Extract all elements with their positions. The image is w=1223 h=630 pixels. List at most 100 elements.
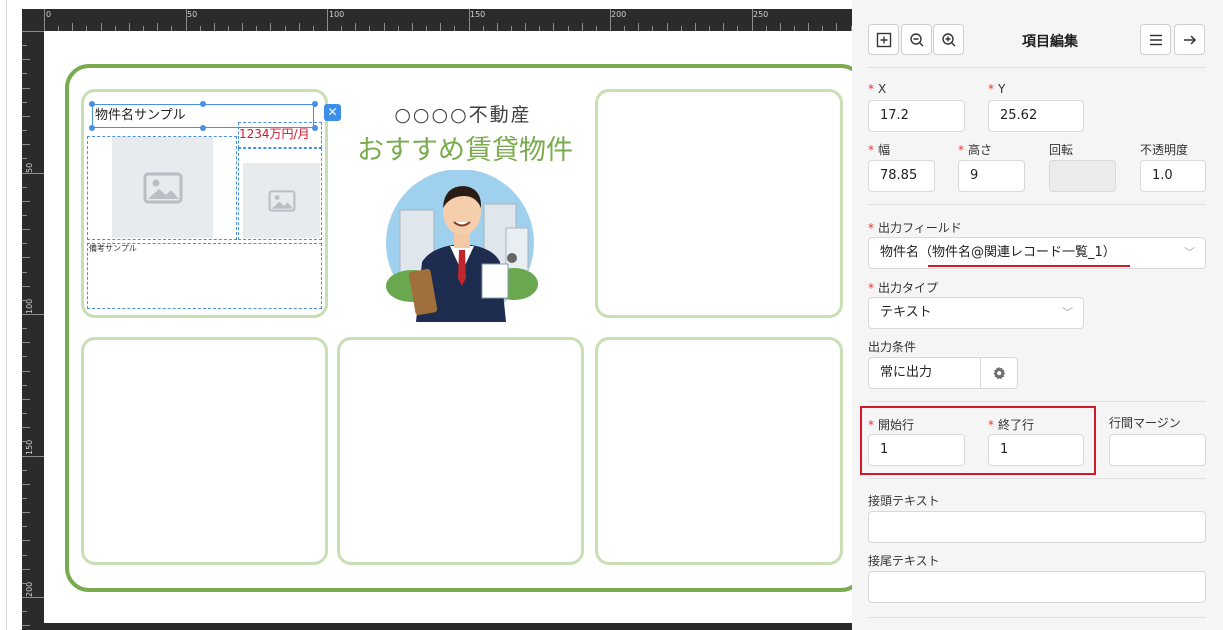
chevron-down-icon: ﹀ xyxy=(1184,246,1195,259)
ruler-tick xyxy=(22,144,30,146)
property-card[interactable] xyxy=(595,89,843,318)
resize-handle[interactable] xyxy=(312,125,318,131)
x-input[interactable]: 17.2 xyxy=(868,100,965,132)
ruler-label: 100 xyxy=(329,10,345,19)
ruler-tick xyxy=(22,398,30,400)
flyer-heading: おすすめ賃貸物件 xyxy=(357,135,573,166)
resize-handle[interactable] xyxy=(89,125,95,131)
ruler-tick xyxy=(610,9,611,31)
ruler-tick xyxy=(22,45,27,47)
ruler-tick xyxy=(22,356,27,358)
resize-handle[interactable] xyxy=(200,101,206,107)
ruler-tick xyxy=(100,23,102,31)
ruler-tick xyxy=(22,285,30,287)
width-input[interactable]: 78.85 xyxy=(868,160,935,192)
ruler-tick xyxy=(525,23,527,31)
ruler-tick xyxy=(22,299,27,301)
ruler-tick xyxy=(22,243,27,245)
opacity-input[interactable]: 1.0 xyxy=(1140,160,1206,192)
zoom-in-button[interactable] xyxy=(933,24,964,55)
rotation-label: 回転 xyxy=(1049,143,1074,157)
forward-button[interactable] xyxy=(1174,24,1205,55)
ruler-tick xyxy=(22,413,27,415)
ruler-tick xyxy=(22,158,27,160)
ruler-tick xyxy=(22,314,44,315)
ruler-tick xyxy=(808,23,810,31)
ruler-label: 200 xyxy=(25,581,34,597)
ruler-tick xyxy=(22,59,30,61)
divider xyxy=(868,401,1206,402)
highlight-underline xyxy=(928,265,1130,267)
canvas-bottom-bar xyxy=(44,623,852,630)
opacity-label: 不透明度 xyxy=(1140,143,1189,157)
output-condition-label: 出力条件 xyxy=(868,340,917,354)
ruler-tick xyxy=(22,455,44,457)
panel-divider xyxy=(6,0,7,630)
height-input[interactable]: 9 xyxy=(958,160,1025,192)
ruler-tick xyxy=(383,23,385,31)
ruler-tick xyxy=(22,172,44,174)
output-condition-settings-button[interactable] xyxy=(980,357,1018,389)
ruler-tick xyxy=(355,23,357,31)
ruler-tick xyxy=(44,9,45,31)
divider xyxy=(868,204,1206,205)
output-type-select[interactable]: テキスト ﹀ xyxy=(868,297,1084,329)
y-label: * Y xyxy=(988,82,1006,96)
ruler-tick xyxy=(128,23,130,31)
suffix-text-input[interactable] xyxy=(868,571,1206,603)
close-icon[interactable]: ✕ xyxy=(324,104,341,121)
output-condition-value[interactable]: 常に出力 xyxy=(868,357,981,389)
ruler-label: 250 xyxy=(753,10,769,19)
ruler-tick xyxy=(22,469,27,471)
ruler-tick xyxy=(22,342,30,344)
ruler-label: 150 xyxy=(470,10,486,19)
ruler-tick xyxy=(22,271,27,273)
ruler-tick xyxy=(666,23,668,31)
layout-editor: 0 50 100 150 200 250 50 100 150 200 1234… xyxy=(0,0,865,630)
ruler-tick xyxy=(553,23,555,31)
ruler-tick xyxy=(22,73,27,75)
divider xyxy=(868,67,1206,68)
line-margin-label: 行間マージン xyxy=(1109,416,1181,430)
ruler-tick xyxy=(22,597,44,598)
height-label: * 高さ xyxy=(958,143,993,157)
property-panel: 項目編集 * X * Y 17.2 25.62 * 幅 * 高さ 回転 不透明度 78.… xyxy=(852,0,1223,630)
divider xyxy=(868,617,1206,618)
highlight-box xyxy=(860,406,1096,475)
menu-button[interactable] xyxy=(1140,24,1171,55)
ruler-label: 50 xyxy=(187,10,198,19)
main-image-placeholder xyxy=(112,137,213,238)
property-card[interactable] xyxy=(595,337,843,565)
ruler-tick xyxy=(270,23,272,31)
output-field-label: * 出力フィールド xyxy=(868,221,962,235)
zoom-out-button[interactable] xyxy=(901,24,932,55)
ruler-tick xyxy=(22,625,30,627)
output-type-value: テキスト xyxy=(880,305,932,320)
ruler-tick xyxy=(22,115,30,117)
y-input[interactable]: 25.62 xyxy=(988,100,1084,132)
horizontal-ruler: 0 50 100 150 200 250 xyxy=(44,9,852,31)
ruler-tick xyxy=(638,23,640,31)
ruler-tick xyxy=(213,23,215,31)
zoom-out-icon xyxy=(909,32,923,46)
resize-handle[interactable] xyxy=(89,101,95,107)
ruler-tick xyxy=(22,582,27,584)
prefix-text-input[interactable] xyxy=(868,511,1206,543)
property-card[interactable] xyxy=(337,337,584,565)
ruler-tick xyxy=(22,384,27,386)
ruler-tick xyxy=(496,23,498,31)
property-card[interactable] xyxy=(81,337,328,565)
add-frame-button[interactable] xyxy=(868,24,899,55)
vertical-ruler: 50 100 150 200 xyxy=(22,31,44,630)
ruler-label: 200 xyxy=(611,10,627,19)
ruler-tick xyxy=(22,611,27,613)
prefix-text-label: 接頭テキスト xyxy=(868,494,940,508)
ruler-tick xyxy=(22,214,27,216)
ruler-tick xyxy=(22,101,27,103)
line-margin-input[interactable] xyxy=(1109,434,1206,466)
resize-handle[interactable] xyxy=(200,125,206,131)
ruler-tick xyxy=(22,441,27,443)
resize-handle[interactable] xyxy=(312,101,318,107)
shop-name: ○○○○不動産 xyxy=(394,104,532,126)
ruler-tick xyxy=(298,23,300,31)
